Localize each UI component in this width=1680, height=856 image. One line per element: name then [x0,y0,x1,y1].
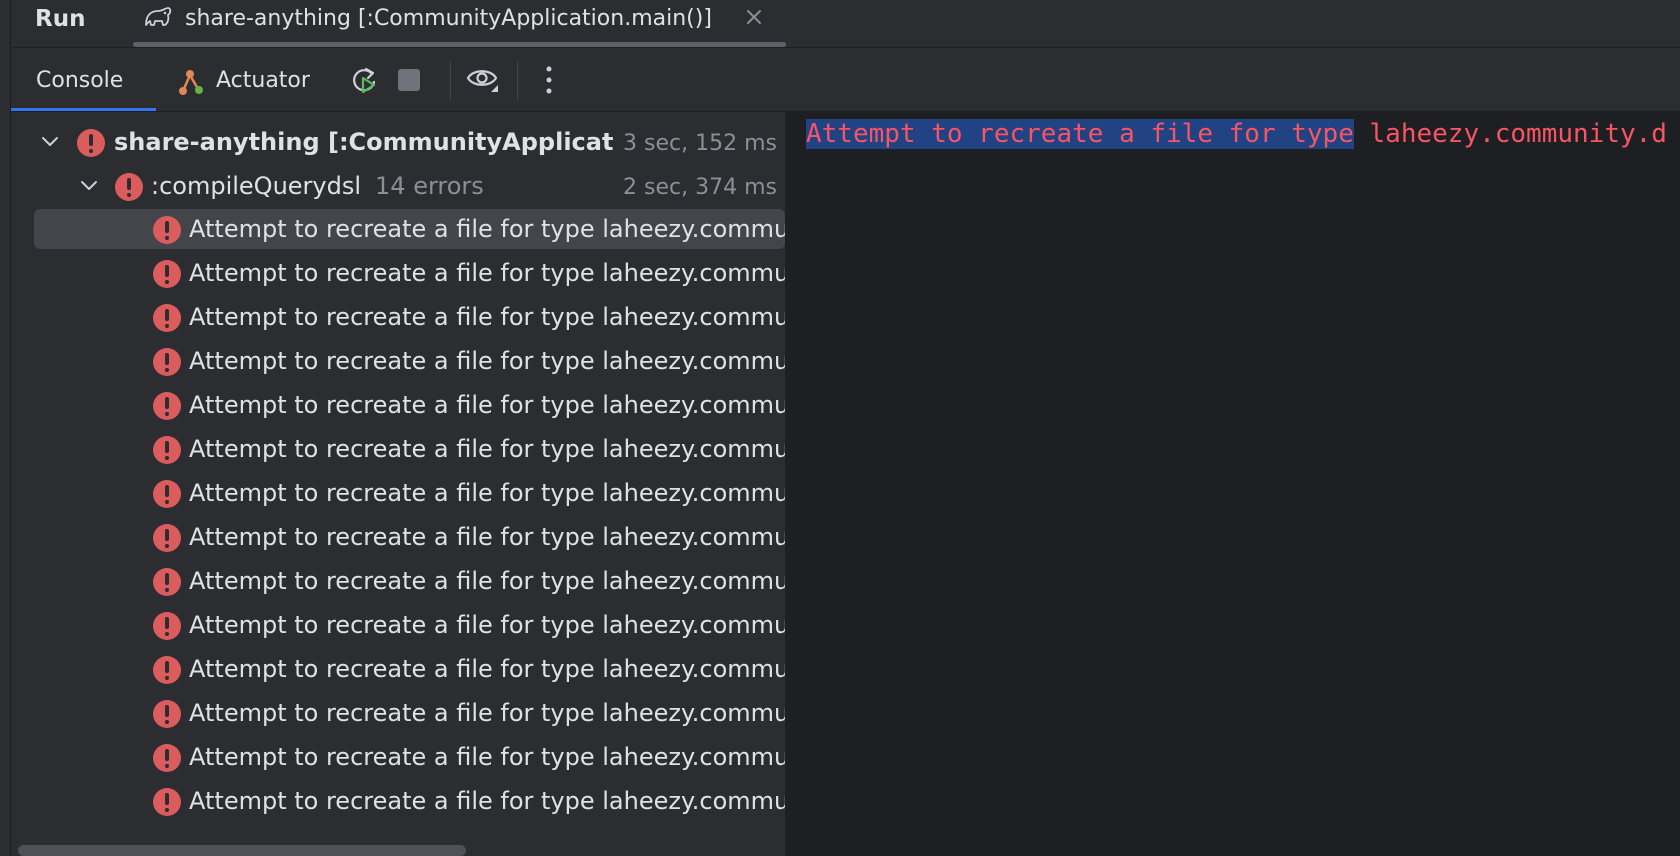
tree-root-label: share-anything [:CommunityApplication.ma… [114,128,634,156]
error-item[interactable]: Attempt to recreate a file for type lahe… [11,253,785,293]
chevron-down-icon[interactable] [40,132,60,152]
horizontal-scrollbar[interactable] [18,845,466,856]
error-item-label: Attempt to recreate a file for type lahe… [189,523,785,551]
rerun-button[interactable] [346,62,382,98]
actuator-icon [179,70,203,95]
run-configuration-tab[interactable]: share-anything [:CommunityApplication.ma… [133,0,786,47]
error-item-label: Attempt to recreate a file for type lahe… [189,787,785,815]
active-tab-indicator [11,108,156,111]
error-item[interactable]: Attempt to recreate a file for type lahe… [11,605,785,645]
run-tab-title: share-anything [:CommunityApplication.ma… [185,6,712,31]
error-icon [153,788,181,816]
rerun-icon [353,67,376,94]
build-tree[interactable]: share-anything [:CommunityApplication.ma… [11,112,785,856]
error-item[interactable]: Attempt to recreate a file for type lahe… [11,781,785,821]
tree-task-text: :compileQuerydsl 14 errors [151,172,484,200]
error-item[interactable]: Attempt to recreate a file for type lahe… [11,693,785,733]
console-rest-text: laheezy.community.d [1353,119,1667,149]
gradle-elephant-icon [143,5,173,31]
toolbar-separator [517,62,518,100]
more-vertical-icon [546,66,552,94]
error-icon [153,612,181,640]
error-item-label: Attempt to recreate a file for type lahe… [189,435,785,463]
console-selected-text: Attempt to recreate a file for type [806,119,1354,149]
error-icon [153,744,181,772]
tree-task-node[interactable]: :compileQuerydsl 14 errors 2 sec, 374 ms [11,166,785,206]
console-error-line[interactable]: Attempt to recreate a file for type lahe… [806,114,1667,154]
error-item[interactable]: Attempt to recreate a file for type lahe… [11,649,785,689]
tab-console-label: Console [36,68,124,93]
eye-icon [466,70,498,92]
error-item-label: Attempt to recreate a file for type lahe… [189,655,785,683]
close-icon[interactable] [743,6,765,28]
error-item-label: Attempt to recreate a file for type lahe… [189,611,785,639]
error-item-label: Attempt to recreate a file for type lahe… [189,215,785,243]
tree-root-duration: 3 sec, 152 ms [615,131,777,156]
stop-icon [398,69,420,91]
chevron-down-icon[interactable] [79,176,99,196]
error-icon [77,129,105,157]
error-item[interactable]: Attempt to recreate a file for type lahe… [11,297,785,337]
error-item-label: Attempt to recreate a file for type lahe… [189,391,785,419]
error-item-label: Attempt to recreate a file for type lahe… [189,303,785,331]
error-item-label: Attempt to recreate a file for type lahe… [189,567,785,595]
error-item-label: Attempt to recreate a file for type lahe… [189,259,785,287]
error-icon [153,216,181,244]
error-icon [153,260,181,288]
error-item[interactable]: Attempt to recreate a file for type lahe… [11,341,785,381]
error-item-label: Attempt to recreate a file for type lahe… [189,479,785,507]
error-icon [153,348,181,376]
run-toolbar: Console Actuator [11,48,1680,112]
tab-actuator[interactable]: Actuator [176,48,336,111]
tab-console[interactable]: Console [11,48,156,111]
toolbar-separator [450,62,451,100]
tree-task-error-count: 14 errors [375,172,484,200]
error-icon [153,568,181,596]
stop-button[interactable] [391,62,427,98]
error-item[interactable]: Attempt to recreate a file for type lahe… [11,561,785,601]
error-icon [153,524,181,552]
error-item-label: Attempt to recreate a file for type lahe… [189,743,785,771]
tree-task-duration: 2 sec, 374 ms [615,175,777,200]
tree-task-label: :compileQuerydsl [151,172,362,200]
error-item[interactable]: Attempt to recreate a file for type lahe… [11,473,785,513]
tab-actuator-label: Actuator [216,68,310,93]
error-icon [153,700,181,728]
tab-underline [133,42,786,47]
run-tool-window-header: Run share-anything [:CommunityApplicatio… [11,0,1680,48]
error-icon [153,392,181,420]
error-icon [153,480,181,508]
error-item-label: Attempt to recreate a file for type lahe… [189,699,785,727]
error-item[interactable]: Attempt to recreate a file for type lahe… [11,737,785,777]
console-output[interactable]: Attempt to recreate a file for type lahe… [785,112,1680,856]
error-icon [153,436,181,464]
error-item[interactable]: Attempt to recreate a file for type lahe… [11,429,785,469]
more-button[interactable] [531,62,567,98]
tree-root-node[interactable]: share-anything [:CommunityApplication.ma… [11,122,785,162]
left-window-edge [0,0,11,856]
error-icon [153,304,181,332]
error-item[interactable]: Attempt to recreate a file for type lahe… [34,209,785,249]
error-item-label: Attempt to recreate a file for type lahe… [189,347,785,375]
error-icon [153,656,181,684]
error-icon [115,173,143,201]
error-item[interactable]: Attempt to recreate a file for type lahe… [11,385,785,425]
view-options-button[interactable] [465,62,501,98]
run-title: Run [35,6,86,32]
error-item[interactable]: Attempt to recreate a file for type lahe… [11,517,785,557]
